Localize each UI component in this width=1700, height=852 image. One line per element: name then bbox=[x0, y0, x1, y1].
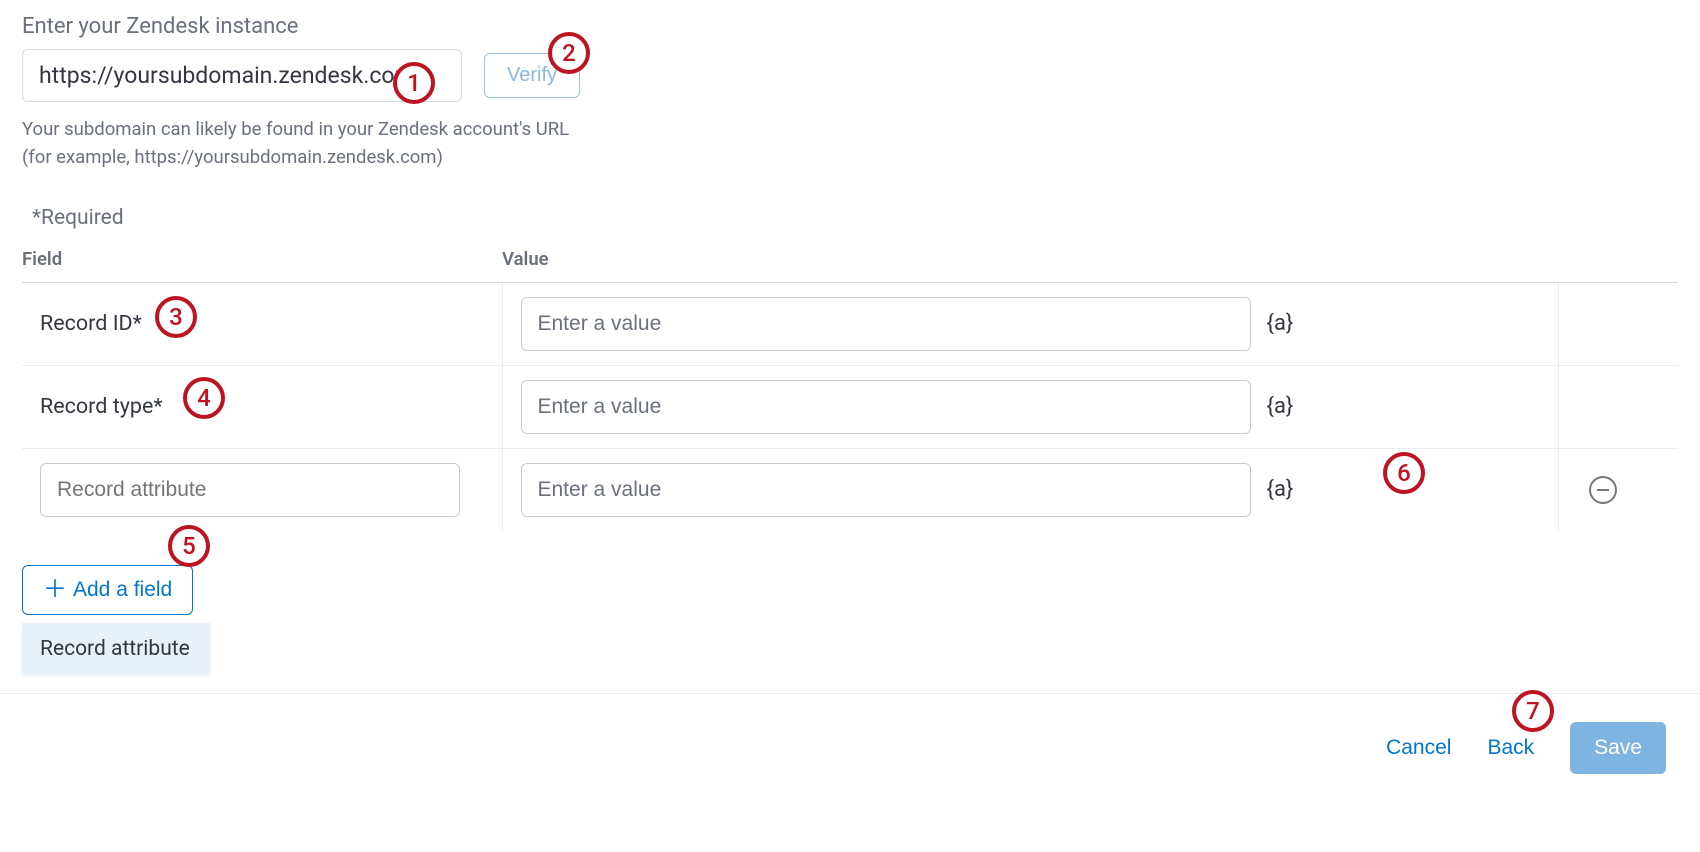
instance-hint-line1: Your subdomain can likely be found in yo… bbox=[22, 118, 569, 140]
back-button[interactable]: Back bbox=[1487, 736, 1534, 760]
value-input-record-type[interactable] bbox=[521, 380, 1251, 434]
instance-url-input[interactable]: https://yoursubdomain.zendesk.com bbox=[22, 49, 462, 102]
instance-hint: Your subdomain can likely be found in yo… bbox=[22, 116, 1678, 172]
plus-icon: ＋ bbox=[43, 578, 67, 602]
col-field-header: Field bbox=[22, 248, 502, 283]
col-remove-header bbox=[1558, 248, 1678, 283]
add-field-dropdown-option[interactable]: Record attribute bbox=[22, 623, 210, 675]
token-button[interactable]: {a} bbox=[1267, 394, 1294, 419]
cancel-button[interactable]: Cancel bbox=[1386, 736, 1451, 760]
remove-row-button[interactable] bbox=[1589, 476, 1617, 504]
fields-table: Field Value Record ID* {a} Record type* … bbox=[22, 248, 1678, 531]
add-field-label: Add a field bbox=[73, 578, 172, 602]
instance-hint-line2: (for example, https://yoursubdomain.zend… bbox=[22, 146, 443, 168]
add-field-button[interactable]: ＋ Add a field bbox=[22, 565, 193, 615]
col-value-header: Value bbox=[502, 248, 1558, 283]
instance-label: Enter your Zendesk instance bbox=[22, 14, 1678, 39]
value-input-record-attribute[interactable] bbox=[521, 463, 1251, 517]
field-label-record-type: Record type* bbox=[22, 365, 502, 448]
value-input-record-id[interactable] bbox=[521, 297, 1251, 351]
field-label-record-id: Record ID* bbox=[22, 282, 502, 365]
required-label: *Required bbox=[32, 206, 1678, 230]
save-button[interactable]: Save bbox=[1570, 722, 1666, 774]
token-button[interactable]: {a} bbox=[1267, 311, 1294, 336]
field-label-input-record-attribute[interactable] bbox=[40, 463, 460, 517]
token-button[interactable]: {a} bbox=[1267, 477, 1294, 502]
verify-button[interactable]: Verify bbox=[484, 53, 580, 98]
